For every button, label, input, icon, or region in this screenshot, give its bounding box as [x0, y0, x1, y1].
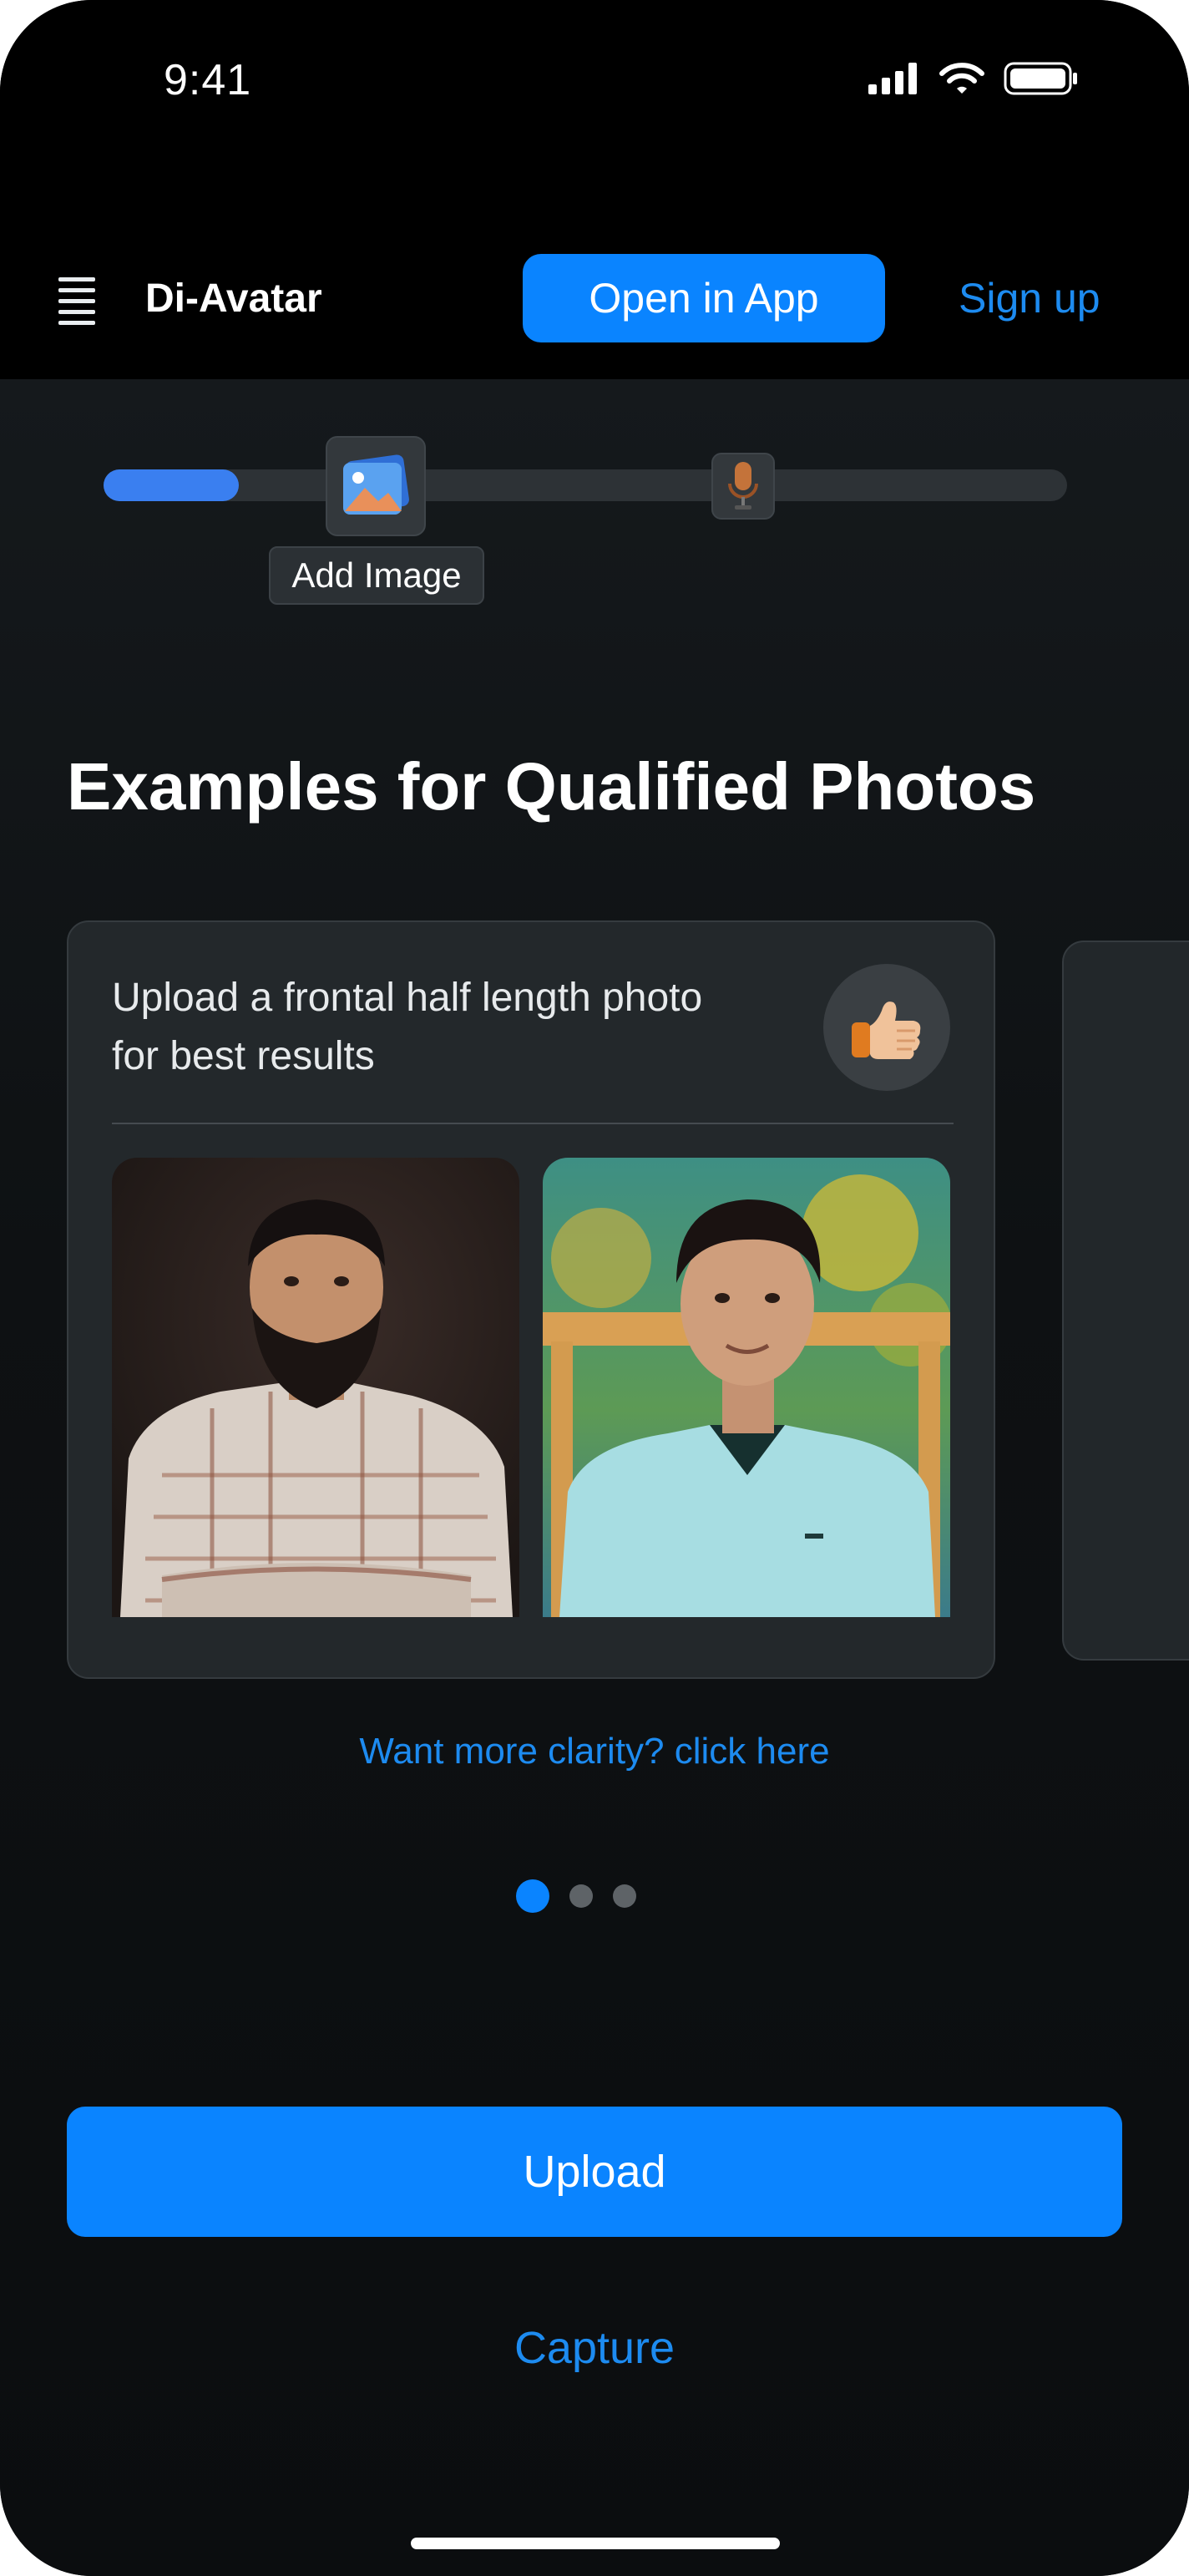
- card-instruction: Upload a frontal half length photo for b…: [112, 976, 703, 1078]
- carousel-pagination: [516, 1879, 636, 1913]
- page-title: Examples for Qualified Photos: [67, 749, 1036, 824]
- next-example-card[interactable]: [1062, 941, 1189, 1661]
- card-divider: [112, 1123, 954, 1124]
- step-record-voice[interactable]: [711, 453, 775, 520]
- step-add-image[interactable]: [326, 436, 426, 536]
- example-photo-2: [543, 1158, 950, 1617]
- progress-track: [104, 469, 1067, 501]
- hamburger-icon[interactable]: [58, 277, 95, 325]
- sign-up-link[interactable]: Sign up: [959, 274, 1100, 322]
- carousel-dot[interactable]: [613, 1884, 636, 1908]
- status-time: 9:41: [164, 56, 252, 104]
- progress-fill: [104, 469, 239, 501]
- home-indicator: [411, 2538, 780, 2549]
- image-icon: [343, 454, 409, 515]
- wifi-icon: [939, 63, 984, 94]
- upload-button[interactable]: Upload: [67, 2107, 1122, 2237]
- battery-icon: [1004, 62, 1077, 95]
- phone-screen: 9:41 Di-Avatar Open in App Sign up Add I…: [0, 0, 1189, 2576]
- thumbs-up-icon: [852, 1001, 921, 1059]
- open-in-app-button[interactable]: Open in App: [523, 254, 885, 342]
- carousel-dot[interactable]: [569, 1884, 593, 1908]
- status-icons: [868, 62, 1079, 95]
- step-tooltip: Add Image: [269, 546, 484, 605]
- example-card: Upload a frontal half length photo for b…: [67, 920, 995, 1679]
- carousel-dot[interactable]: [516, 1879, 549, 1913]
- microphone-icon: [728, 462, 758, 510]
- more-clarity-link[interactable]: Want more clarity? click here: [0, 1731, 1189, 1772]
- brand-title: Di-Avatar: [145, 276, 322, 321]
- capture-button[interactable]: Capture: [0, 2322, 1189, 2374]
- example-photo-1: [112, 1158, 519, 1617]
- signal-icon: [868, 63, 917, 94]
- thumbs-up-badge: [823, 964, 950, 1091]
